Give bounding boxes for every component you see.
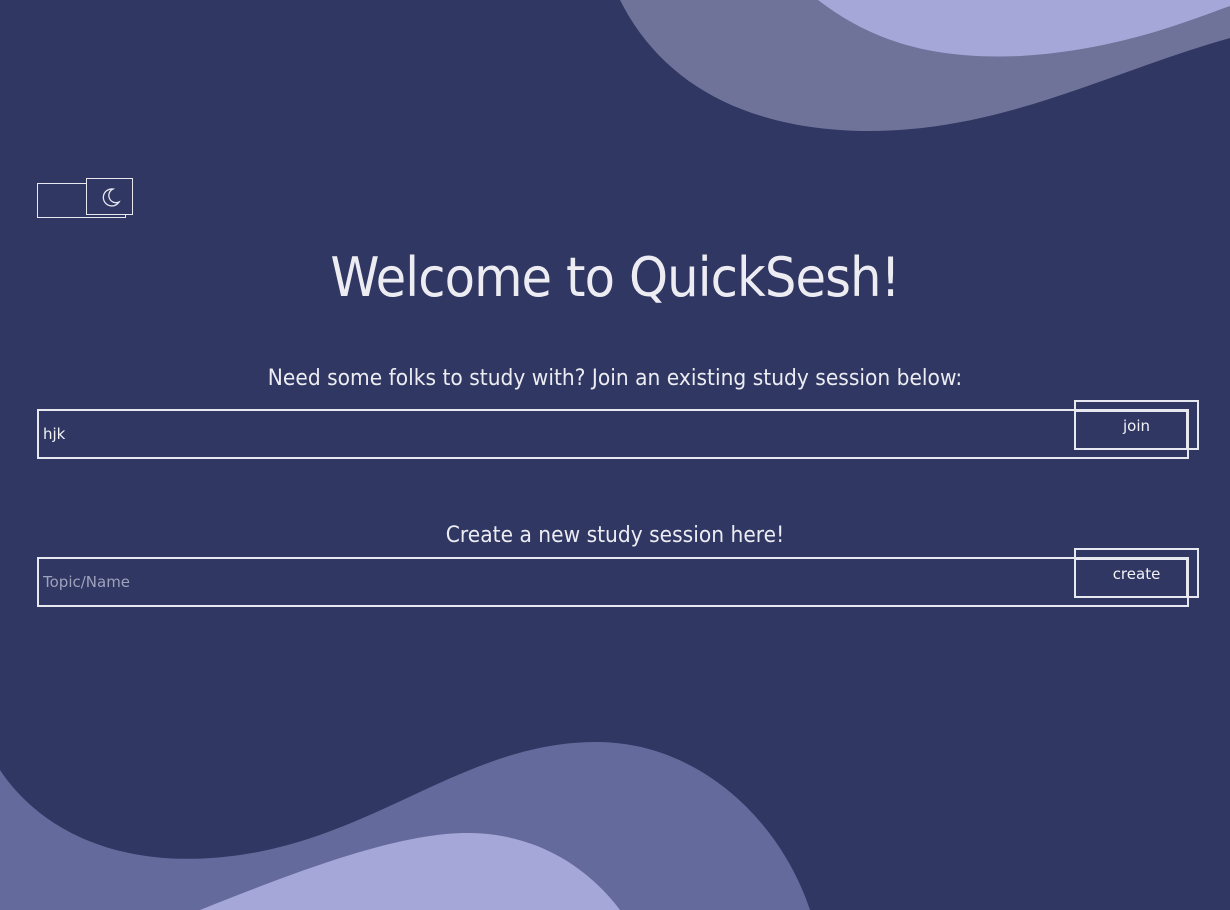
- join-session-input[interactable]: [37, 409, 1189, 459]
- join-button-label: join: [1122, 417, 1151, 435]
- create-button-label: create: [1112, 565, 1161, 583]
- theme-toggle[interactable]: [37, 178, 133, 218]
- top-wave-light: [818, 0, 1230, 57]
- create-session-input[interactable]: [37, 557, 1189, 607]
- join-prompt: Need some folks to study with? Join an e…: [267, 366, 963, 391]
- bottom-wave-dark: [0, 741, 810, 910]
- join-form: join: [37, 400, 1199, 459]
- create-button[interactable]: create: [1074, 548, 1199, 598]
- top-wave-dark: [620, 0, 1230, 132]
- toggle-knob[interactable]: [86, 178, 133, 215]
- bottom-wave-light: [200, 832, 620, 910]
- moon-icon: [102, 187, 121, 206]
- create-prompt: Create a new study session here!: [445, 523, 785, 548]
- join-button[interactable]: join: [1074, 400, 1199, 450]
- create-form: create: [37, 548, 1199, 607]
- page-title: Welcome to QuickSesh!: [330, 246, 900, 309]
